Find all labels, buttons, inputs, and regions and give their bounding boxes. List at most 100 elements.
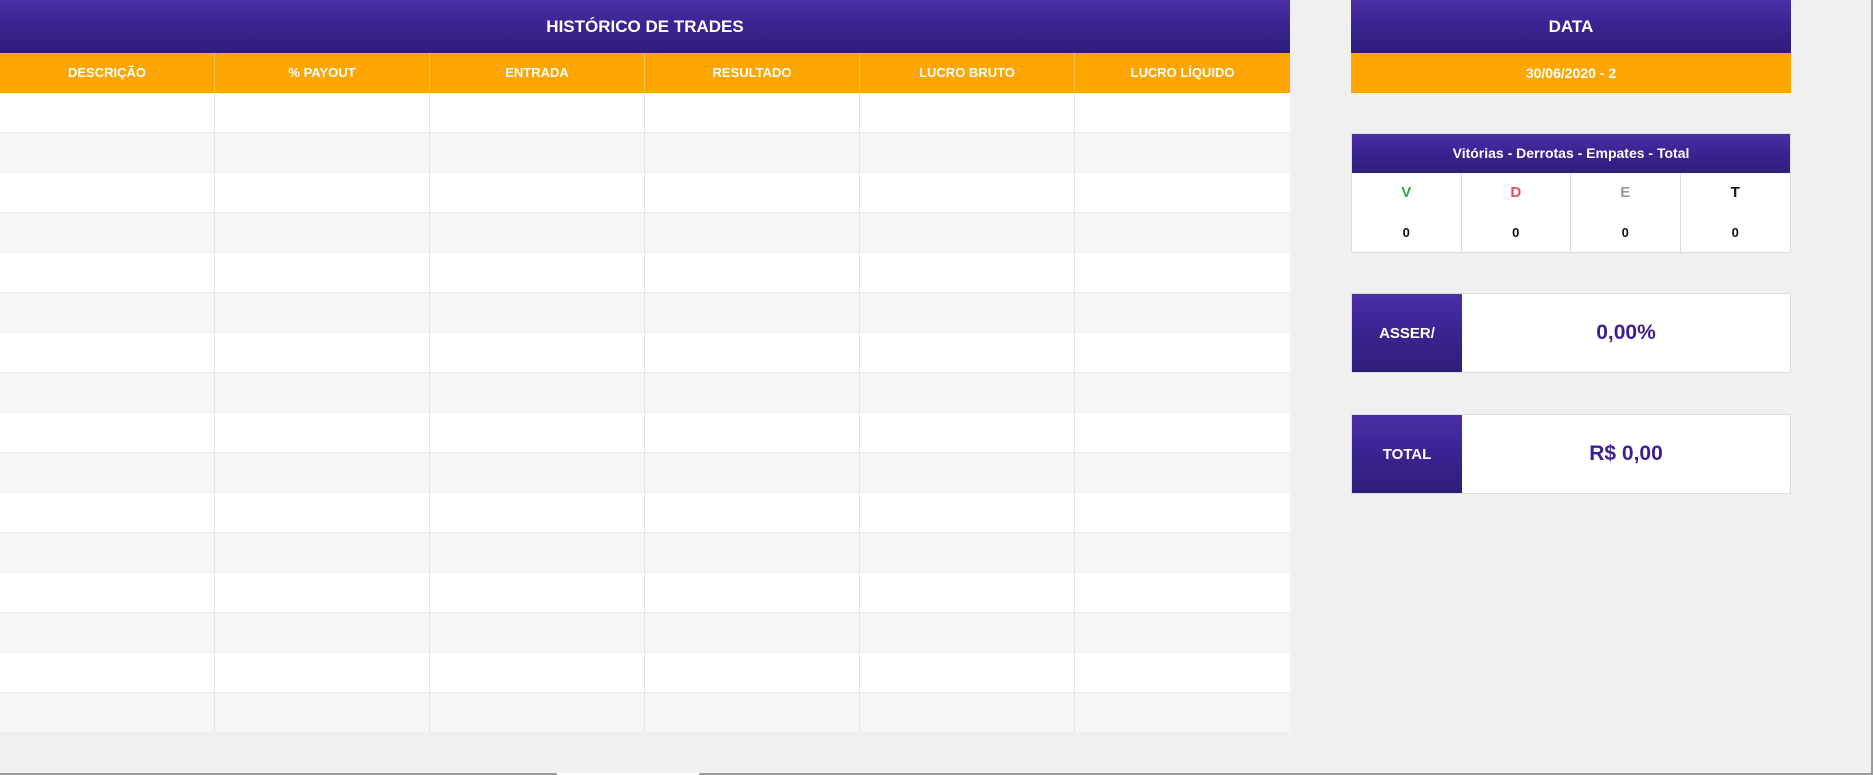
table-cell[interactable]	[430, 613, 645, 653]
table-cell[interactable]	[0, 93, 215, 133]
table-cell[interactable]	[215, 373, 430, 413]
table-cell[interactable]	[215, 573, 430, 613]
table-cell[interactable]	[860, 373, 1075, 413]
table-cell[interactable]	[1075, 173, 1290, 213]
table-cell[interactable]	[645, 253, 860, 293]
table-cell[interactable]	[430, 493, 645, 533]
table-cell[interactable]	[645, 213, 860, 253]
table-cell[interactable]	[0, 613, 215, 653]
table-cell[interactable]	[645, 133, 860, 173]
column-header[interactable]: LUCRO BRUTO	[860, 53, 1075, 93]
table-cell[interactable]	[430, 573, 645, 613]
table-cell[interactable]	[215, 453, 430, 493]
table-cell[interactable]	[215, 653, 430, 693]
table-cell[interactable]	[860, 133, 1075, 173]
column-header[interactable]: ENTRADA	[430, 53, 645, 93]
table-cell[interactable]	[215, 413, 430, 453]
table-cell[interactable]	[0, 253, 215, 293]
table-cell[interactable]	[860, 93, 1075, 133]
table-cell[interactable]	[0, 453, 215, 493]
table-cell[interactable]	[430, 693, 645, 733]
table-cell[interactable]	[1075, 133, 1290, 173]
table-cell[interactable]	[1075, 613, 1290, 653]
date-value-cell[interactable]: 30/06/2020 - 2	[1351, 53, 1791, 93]
table-cell[interactable]	[860, 693, 1075, 733]
table-cell[interactable]	[215, 533, 430, 573]
table-cell[interactable]	[1075, 453, 1290, 493]
table-cell[interactable]	[0, 133, 215, 173]
table-cell[interactable]	[860, 293, 1075, 333]
table-cell[interactable]	[215, 173, 430, 213]
table-cell[interactable]	[0, 413, 215, 453]
table-cell[interactable]	[0, 653, 215, 693]
table-cell[interactable]	[430, 413, 645, 453]
table-cell[interactable]	[1075, 493, 1290, 533]
table-cell[interactable]	[860, 573, 1075, 613]
table-cell[interactable]	[1075, 413, 1290, 453]
table-cell[interactable]	[215, 293, 430, 333]
table-cell[interactable]	[1075, 533, 1290, 573]
table-cell[interactable]	[645, 573, 860, 613]
table-cell[interactable]	[0, 213, 215, 253]
table-cell[interactable]	[860, 173, 1075, 213]
table-cell[interactable]	[645, 413, 860, 453]
table-cell[interactable]	[430, 333, 645, 373]
table-cell[interactable]	[215, 133, 430, 173]
table-cell[interactable]	[1075, 93, 1290, 133]
table-cell[interactable]	[860, 533, 1075, 573]
table-cell[interactable]	[0, 173, 215, 213]
column-header[interactable]: DESCRIÇÃO	[0, 53, 215, 93]
table-cell[interactable]	[215, 613, 430, 653]
table-cell[interactable]	[645, 93, 860, 133]
table-cell[interactable]	[430, 293, 645, 333]
table-cell[interactable]	[430, 173, 645, 213]
table-cell[interactable]	[860, 453, 1075, 493]
column-header[interactable]: RESULTADO	[645, 53, 860, 93]
table-cell[interactable]	[1075, 333, 1290, 373]
table-cell[interactable]	[0, 293, 215, 333]
table-cell[interactable]	[1075, 693, 1290, 733]
column-header[interactable]: LUCRO LÍQUIDO	[1075, 53, 1290, 93]
table-cell[interactable]	[430, 213, 645, 253]
table-cell[interactable]	[215, 333, 430, 373]
table-cell[interactable]	[215, 93, 430, 133]
table-cell[interactable]	[215, 253, 430, 293]
table-cell[interactable]	[430, 93, 645, 133]
table-cell[interactable]	[645, 293, 860, 333]
table-cell[interactable]	[645, 333, 860, 373]
table-cell[interactable]	[215, 693, 430, 733]
table-cell[interactable]	[215, 213, 430, 253]
table-cell[interactable]	[645, 693, 860, 733]
table-cell[interactable]	[215, 493, 430, 533]
table-cell[interactable]	[1075, 653, 1290, 693]
table-cell[interactable]	[860, 253, 1075, 293]
table-cell[interactable]	[0, 693, 215, 733]
table-cell[interactable]	[430, 133, 645, 173]
table-cell[interactable]	[645, 373, 860, 413]
table-cell[interactable]	[0, 333, 215, 373]
table-cell[interactable]	[645, 533, 860, 573]
table-cell[interactable]	[860, 653, 1075, 693]
table-cell[interactable]	[0, 573, 215, 613]
table-cell[interactable]	[0, 373, 215, 413]
table-cell[interactable]	[430, 253, 645, 293]
table-cell[interactable]	[0, 493, 215, 533]
table-cell[interactable]	[1075, 293, 1290, 333]
table-cell[interactable]	[645, 453, 860, 493]
table-cell[interactable]	[1075, 253, 1290, 293]
table-cell[interactable]	[0, 533, 215, 573]
table-cell[interactable]	[645, 613, 860, 653]
table-cell[interactable]	[430, 373, 645, 413]
table-cell[interactable]	[1075, 213, 1290, 253]
table-cell[interactable]	[430, 653, 645, 693]
table-cell[interactable]	[645, 493, 860, 533]
table-cell[interactable]	[860, 613, 1075, 653]
table-cell[interactable]	[860, 213, 1075, 253]
table-cell[interactable]	[860, 493, 1075, 533]
table-cell[interactable]	[860, 413, 1075, 453]
table-cell[interactable]	[1075, 373, 1290, 413]
table-cell[interactable]	[430, 533, 645, 573]
table-cell[interactable]	[430, 453, 645, 493]
table-cell[interactable]	[1075, 573, 1290, 613]
table-cell[interactable]	[860, 333, 1075, 373]
